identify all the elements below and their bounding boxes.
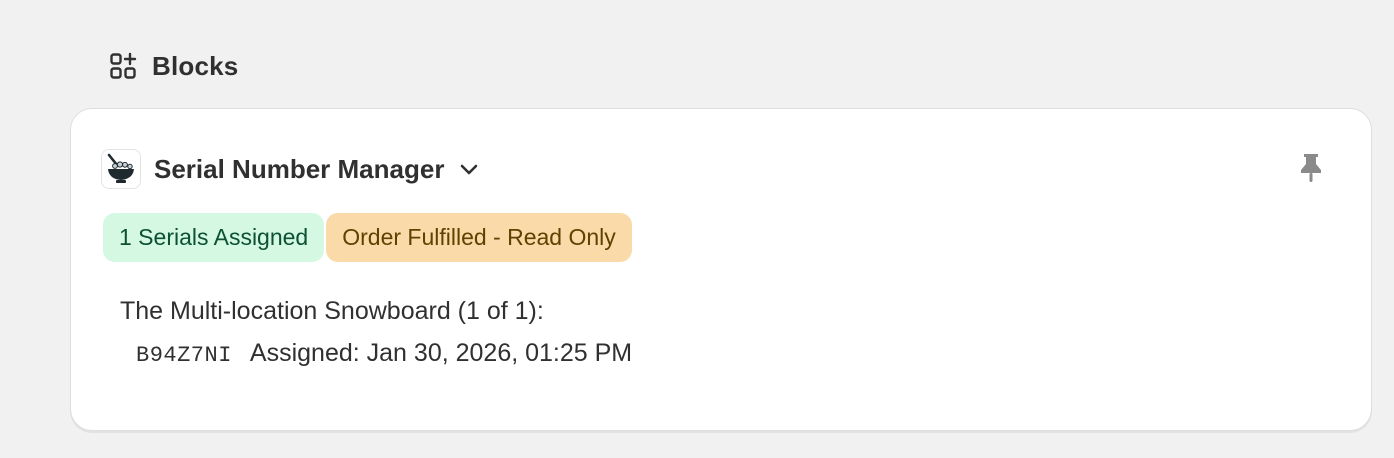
serial-number: B94Z7NI bbox=[136, 343, 232, 368]
assigned-timestamp: Assigned: Jan 30, 2026, 01:25 PM bbox=[249, 339, 633, 367]
app-block-card: Serial Number Manager 1 Serials Assigned… bbox=[70, 108, 1372, 431]
status-badges: 1 Serials Assigned Order Fulfilled - Rea… bbox=[103, 213, 632, 262]
order-status-badge: Order Fulfilled - Read Only bbox=[326, 213, 632, 262]
serial-row: B94Z7NI Assigned: Jan 30, 2026, 01:25 PM bbox=[136, 339, 632, 368]
chevron-down-icon[interactable] bbox=[458, 158, 480, 180]
rice-bowl-icon bbox=[101, 149, 141, 189]
app-name: Serial Number Manager bbox=[154, 153, 445, 184]
serials-assigned-badge: 1 Serials Assigned bbox=[103, 213, 325, 262]
product-line: The Multi-location Snowboard (1 of 1): bbox=[120, 297, 544, 325]
pin-button[interactable] bbox=[1295, 153, 1327, 187]
blocks-add-icon bbox=[108, 51, 138, 81]
section-title: Blocks bbox=[152, 50, 239, 81]
pin-icon bbox=[1298, 152, 1324, 189]
blocks-section-header: Blocks bbox=[108, 48, 238, 84]
app-header: Serial Number Manager bbox=[101, 149, 480, 189]
